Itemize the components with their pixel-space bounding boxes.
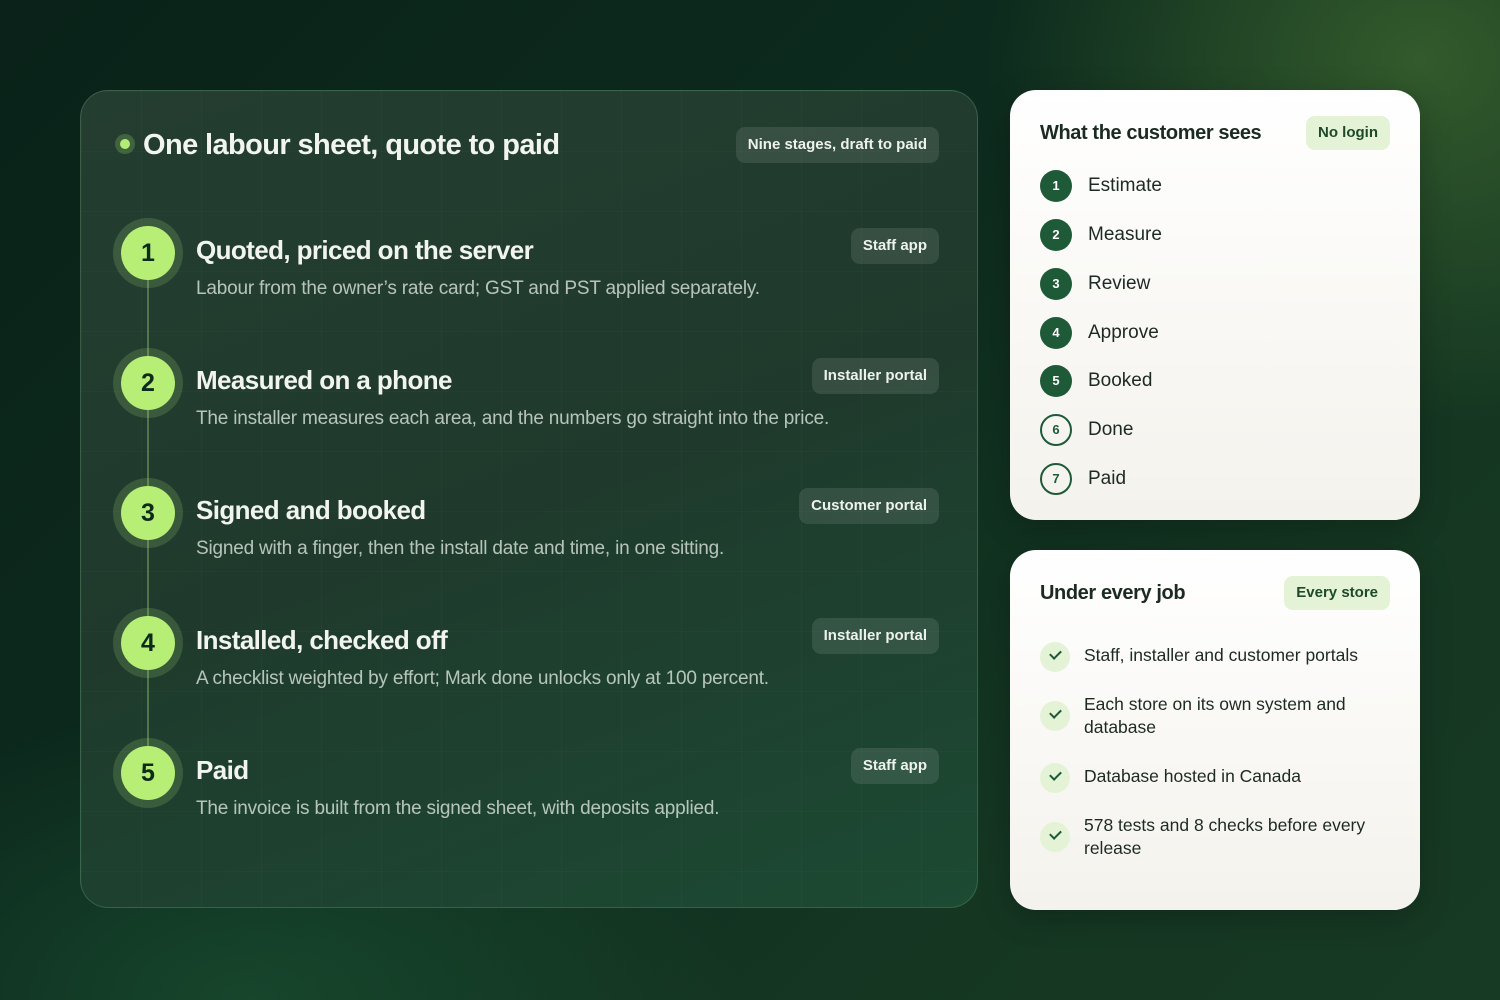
feature-text: Staff, installer and customer portals <box>1084 645 1358 665</box>
no-login-badge: No login <box>1306 116 1390 150</box>
check-icon <box>1040 701 1070 731</box>
under-every-job-card: Under every job Every store Staff, insta… <box>1010 550 1420 910</box>
feature-text: 578 tests and 8 checks before every rele… <box>1084 815 1366 858</box>
step-number-badge: 7 <box>1040 463 1072 495</box>
step-title: Quoted, priced on the server <box>196 235 534 265</box>
step-number-badge: 2 <box>1040 219 1072 251</box>
feature-item: Database hosted in Canada <box>1040 763 1390 795</box>
customer-step-approve: 4 Approve <box>1040 317 1380 349</box>
under-every-job-title: Under every job <box>1040 582 1186 604</box>
every-store-badge: Every store <box>1284 576 1390 610</box>
check-icon <box>1040 642 1070 672</box>
step-number-badge: 5 <box>113 738 183 808</box>
status-dot-icon <box>115 134 135 154</box>
workflow-header: One labour sheet, quote to paid Nine sta… <box>115 127 939 163</box>
step-description: A checklist weighted by effort; Mark don… <box>196 668 769 689</box>
customer-step-label: Measure <box>1088 224 1162 245</box>
feature-text: Each store on its own system and databas… <box>1084 694 1346 737</box>
customer-step-label: Approve <box>1088 322 1159 343</box>
customer-step-label: Estimate <box>1088 175 1162 196</box>
step-number-badge: 1 <box>113 218 183 288</box>
workflow-step-paid: 5 Paid The invoice is built from the sig… <box>113 738 939 828</box>
customer-step-label: Done <box>1088 419 1134 440</box>
workflow-step-measured: 2 Measured on a phone The installer meas… <box>113 348 939 438</box>
step-app-tag: Installer portal <box>811 358 939 394</box>
step-title: Installed, checked off <box>196 625 448 655</box>
check-icon <box>1040 822 1070 852</box>
workflow-card: One labour sheet, quote to paid Nine sta… <box>80 90 978 908</box>
workflow-title: One labour sheet, quote to paid <box>143 129 560 161</box>
step-number-badge: 4 <box>113 608 183 678</box>
check-icon <box>1040 763 1070 793</box>
step-description: Signed with a finger, then the install d… <box>196 538 725 559</box>
step-number-badge: 3 <box>1040 268 1072 300</box>
customer-view-title: What the customer sees <box>1040 122 1262 144</box>
step-app-tag: Installer portal <box>811 618 939 654</box>
feature-item: 578 tests and 8 checks before every rele… <box>1040 814 1390 860</box>
step-description: Labour from the owner’s rate card; GST a… <box>196 278 760 299</box>
customer-step-paid: 7 Paid <box>1040 463 1380 495</box>
step-title: Paid <box>196 755 249 785</box>
customer-step-measure: 2 Measure <box>1040 219 1380 251</box>
step-number-badge: 4 <box>1040 317 1072 349</box>
step-title: Signed and booked <box>196 495 426 525</box>
customer-step-review: 3 Review <box>1040 268 1380 300</box>
step-title: Measured on a phone <box>196 365 452 395</box>
customer-step-label: Booked <box>1088 370 1153 391</box>
customer-step-done: 6 Done <box>1040 414 1380 446</box>
step-number-badge: 1 <box>1040 170 1072 202</box>
feature-item: Staff, installer and customer portals <box>1040 642 1390 674</box>
workflow-step-quoted: 1 Quoted, priced on the server Labour fr… <box>113 218 939 308</box>
workflow-step-installed: 4 Installed, checked off A checklist wei… <box>113 608 939 698</box>
step-number-badge: 5 <box>1040 365 1072 397</box>
step-description: The invoice is built from the signed she… <box>196 798 720 819</box>
customer-view-card: What the customer sees No login 1 Estima… <box>1010 90 1420 520</box>
feature-text: Database hosted in Canada <box>1084 766 1301 786</box>
step-app-tag: Staff app <box>850 748 939 784</box>
step-app-tag: Staff app <box>850 228 939 264</box>
customer-step-label: Paid <box>1088 468 1127 489</box>
step-number-badge: 3 <box>113 478 183 548</box>
step-description: The installer measures each area, and th… <box>196 408 830 429</box>
customer-step-estimate: 1 Estimate <box>1040 170 1380 202</box>
step-number-badge: 2 <box>113 348 183 418</box>
workflow-step-signed: 3 Signed and booked Signed with a finger… <box>113 478 939 568</box>
feature-item: Each store on its own system and databas… <box>1040 693 1390 739</box>
customer-step-booked: 5 Booked <box>1040 365 1380 397</box>
step-app-tag: Customer portal <box>799 488 939 524</box>
customer-step-label: Review <box>1088 273 1151 294</box>
workflow-stages-badge: Nine stages, draft to paid <box>735 127 939 163</box>
step-number-badge: 6 <box>1040 414 1072 446</box>
